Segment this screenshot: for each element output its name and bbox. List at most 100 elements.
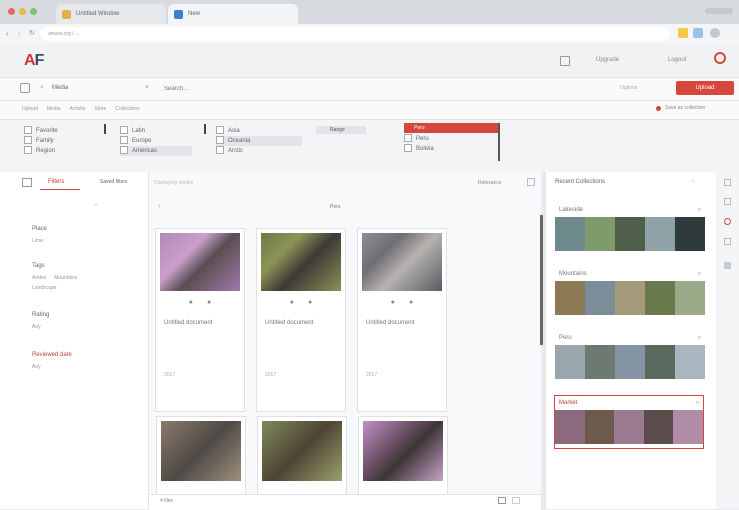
rail-icon[interactable] xyxy=(724,179,731,186)
checkbox-icon[interactable] xyxy=(404,134,412,143)
info-icon[interactable]: ● xyxy=(391,299,395,306)
collection-item[interactable]: Lakeside ○ xyxy=(555,207,705,251)
rail-icon[interactable] xyxy=(724,238,731,245)
checkbox-icon[interactable] xyxy=(216,146,224,155)
collection-preview[interactable] xyxy=(555,217,705,251)
sub-link[interactable]: Upload xyxy=(22,106,38,112)
sub-link[interactable]: Media xyxy=(47,106,61,112)
window-close-icon[interactable] xyxy=(8,8,15,15)
checkbox-icon[interactable] xyxy=(216,136,224,145)
window-minimize-icon[interactable] xyxy=(19,8,26,15)
menu-toggle-icon[interactable] xyxy=(20,83,30,93)
collection-label[interactable]: Lakeside xyxy=(559,207,583,217)
checkbox-icon[interactable] xyxy=(24,136,32,145)
collection-label[interactable]: Market xyxy=(559,400,577,410)
grid-menu-icon[interactable] xyxy=(560,56,570,66)
download-icon[interactable]: ● xyxy=(308,299,312,306)
media-card[interactable] xyxy=(257,416,347,496)
range-filter[interactable]: Range xyxy=(316,126,366,134)
card-title[interactable]: Untitled document xyxy=(265,320,345,326)
info-icon[interactable]: ● xyxy=(290,299,294,306)
profile-icon[interactable] xyxy=(710,28,720,38)
media-card[interactable] xyxy=(358,416,448,496)
extension-icon[interactable] xyxy=(678,28,688,38)
header-link-logout[interactable]: Logout xyxy=(668,57,686,63)
filter-group-title[interactable]: Reviewed date xyxy=(32,352,72,358)
forward-icon[interactable]: › xyxy=(18,29,21,38)
filter-option[interactable]: Arctic xyxy=(216,146,302,156)
filter-option[interactable]: Favorite xyxy=(24,126,58,136)
collection-preview[interactable] xyxy=(555,281,705,315)
collection-preview[interactable] xyxy=(555,345,705,379)
search-input[interactable] xyxy=(162,82,466,96)
collection-preview[interactable] xyxy=(555,410,703,444)
filter-option[interactable]: Bolivia xyxy=(404,144,434,154)
media-card[interactable]: ● ● Untitled document 2017 xyxy=(357,228,447,412)
filter-option[interactable]: Europe xyxy=(120,136,192,146)
media-thumbnail[interactable] xyxy=(261,233,341,291)
extension-icon[interactable] xyxy=(693,28,703,38)
checkbox-icon[interactable] xyxy=(24,146,32,155)
app-logo[interactable]: AF xyxy=(24,52,44,70)
filter-value[interactable]: Any xyxy=(32,324,49,330)
save-collection-link[interactable]: Save as collection xyxy=(665,105,705,111)
sub-link[interactable]: Activity xyxy=(69,106,85,112)
back-icon[interactable]: ‹ xyxy=(6,29,9,38)
collection-label[interactable]: Mountains xyxy=(559,271,587,281)
collapse-icon[interactable]: ⌃ xyxy=(93,203,99,211)
collection-item[interactable]: Peru ○ xyxy=(555,335,705,379)
checkbox-icon[interactable] xyxy=(216,126,224,135)
filter-group-title[interactable]: Tags xyxy=(32,263,77,269)
download-icon[interactable]: ● xyxy=(409,299,413,306)
filter-option[interactable]: Peru xyxy=(404,134,434,144)
filter-option[interactable]: Latin xyxy=(120,126,192,136)
tab-filters[interactable]: Filters xyxy=(48,179,64,185)
sort-select[interactable]: Relevance xyxy=(478,180,502,186)
browser-tab-active[interactable]: New xyxy=(168,4,298,24)
user-avatar-icon[interactable] xyxy=(714,52,726,64)
info-icon[interactable]: ● xyxy=(189,299,193,306)
grid-view-icon[interactable] xyxy=(498,497,506,504)
tab-saved-filters[interactable]: Saved filters xyxy=(100,179,128,185)
collection-menu-icon[interactable]: ○ xyxy=(695,400,699,410)
media-thumbnail[interactable] xyxy=(363,421,443,481)
back-folder-icon[interactable]: ‹ xyxy=(158,203,160,210)
collection-menu-icon[interactable]: ○ xyxy=(697,207,701,217)
rail-icon[interactable] xyxy=(724,218,731,225)
collections-close-icon[interactable]: › xyxy=(692,178,694,185)
filter-value[interactable]: Any xyxy=(32,364,72,370)
filter-option-selected[interactable]: Americas xyxy=(120,146,192,156)
sub-link[interactable]: Collections xyxy=(115,106,139,112)
window-maximize-icon[interactable] xyxy=(30,8,37,15)
media-thumbnail[interactable] xyxy=(160,233,240,291)
checkbox-icon[interactable] xyxy=(120,146,128,155)
url-field[interactable]: amara.org / ... xyxy=(40,27,670,41)
filter-chip[interactable]: Lima xyxy=(32,238,47,244)
reload-icon[interactable]: ↻ xyxy=(29,29,35,37)
checkbox-icon[interactable] xyxy=(24,126,32,135)
collection-label[interactable]: Peru xyxy=(559,335,572,345)
media-thumbnail[interactable] xyxy=(362,233,442,291)
rail-icon[interactable] xyxy=(724,262,731,269)
collection-item-selected[interactable]: Market ○ xyxy=(554,395,704,449)
clear-search-icon[interactable]: × xyxy=(145,84,149,91)
media-thumbnail[interactable] xyxy=(161,421,241,481)
sub-link[interactable]: Store xyxy=(94,106,106,112)
download-icon[interactable]: ● xyxy=(207,299,211,306)
filter-option-highlighted[interactable]: Peru xyxy=(404,123,500,133)
scrollbar[interactable] xyxy=(540,215,543,345)
view-toggle-icon[interactable] xyxy=(527,178,535,186)
collection-item[interactable]: Mountains ○ xyxy=(555,271,705,315)
filter-chip[interactable]: Mountains xyxy=(54,275,77,281)
collection-menu-icon[interactable]: ○ xyxy=(697,335,701,345)
header-link-upgrade[interactable]: Upgrade xyxy=(596,57,619,63)
media-card[interactable] xyxy=(156,416,246,496)
filter-chip[interactable]: Andes xyxy=(32,275,46,281)
list-view-icon[interactable] xyxy=(512,497,520,504)
filter-group-title[interactable]: Rating xyxy=(32,312,49,318)
filter-option-selected[interactable]: Oceania xyxy=(216,136,302,146)
sidebar-toggle-icon[interactable] xyxy=(22,178,32,187)
collection-menu-icon[interactable]: ○ xyxy=(697,271,701,281)
search-scope[interactable]: Media xyxy=(52,85,68,91)
upload-button[interactable]: Upload xyxy=(676,81,734,95)
